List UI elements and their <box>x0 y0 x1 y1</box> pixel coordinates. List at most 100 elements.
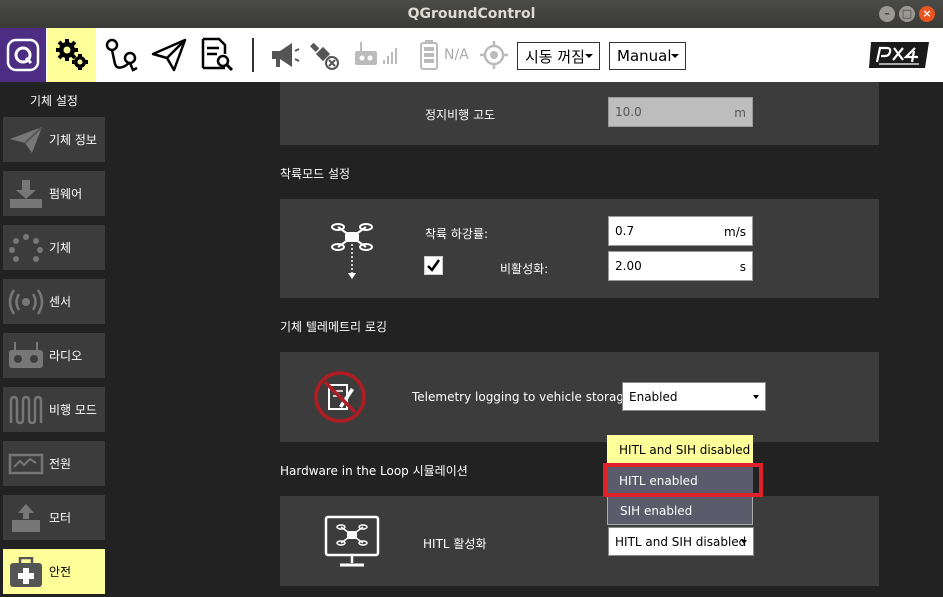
airframe-dots-icon <box>3 225 49 270</box>
sidebar-item-label: 비행 모드 <box>49 403 97 417</box>
descent-rate-unit: m/s <box>724 225 746 239</box>
fly-view-button[interactable] <box>147 28 191 82</box>
vehicle-setup-button[interactable] <box>47 28 96 82</box>
hover-altitude-value: 10.0 <box>615 105 642 119</box>
hover-altitude-label: 정지비행 고도 <box>425 108 496 122</box>
sidebar-item-label: 기체 정보 <box>49 133 97 147</box>
hitl-dropdown-value: HITL and SIH disabled <box>615 534 747 549</box>
telemetry-logging-value: Enabled <box>629 389 678 404</box>
sidebar-item-firmware[interactable]: 펌웨어 <box>3 171 105 216</box>
land-drone-icon <box>331 223 373 279</box>
sidebar-item-radio[interactable]: 라디오 <box>3 333 105 378</box>
chevron-down-icon <box>753 395 759 399</box>
safety-settings-page: 정지비행 고도 10.0 m 착륙모드 설정 착륙 하강률: 0.7 m/s 비… <box>108 82 943 597</box>
descent-rate-label: 착륙 하강률: <box>425 227 489 241</box>
motors-icon <box>3 495 49 540</box>
analyze-icon <box>201 37 234 72</box>
qgc-logo-icon <box>6 38 40 72</box>
gps-target-icon <box>480 41 508 69</box>
rc-rssi-indicator[interactable] <box>352 28 404 82</box>
close-button[interactable]: × <box>919 6 935 22</box>
chevron-down-icon <box>741 540 747 544</box>
gps-target-indicator[interactable] <box>478 28 510 82</box>
sidebar-item-label: 전원 <box>49 457 72 471</box>
sidebar-item-label: 안전 <box>49 565 72 579</box>
arm-state-value: 시동 꺼짐 <box>525 47 585 66</box>
sidebar-item-label: 펌웨어 <box>49 187 83 201</box>
sensors-icon <box>3 279 49 324</box>
sidebar-item-airframe[interactable]: 기체 <box>3 225 105 270</box>
telemetry-logging-panel: Telemetry logging to vehicle storage: En… <box>280 352 879 442</box>
fly-icon <box>151 38 187 72</box>
hitl-dropdown[interactable]: HITL and SIH disabled <box>608 527 754 556</box>
qgc-app-window: QGroundControl – □ × N/A 시동 꺼짐 Manual 기체… <box>0 0 943 597</box>
descent-rate-field[interactable]: 0.7 m/s <box>608 216 753 246</box>
sidebar-item-sensors[interactable]: 센서 <box>3 279 105 324</box>
sidebar-item-label: 모터 <box>49 511 72 525</box>
sidebar-item-power[interactable]: 전원 <box>3 441 105 486</box>
main-toolbar: N/A 시동 꺼짐 Manual <box>0 28 943 82</box>
flight-mode-dropdown[interactable]: Manual <box>609 42 686 70</box>
hover-altitude-field: 10.0 m <box>608 97 753 127</box>
sidebar-item-label: 기체 <box>49 241 72 255</box>
gps-status-button[interactable] <box>304 28 344 82</box>
hitl-monitor-icon <box>324 515 380 567</box>
safety-icon <box>3 549 49 594</box>
hitl-option-disabled[interactable]: HITL and SIH disabled <box>607 435 753 464</box>
sidebar-item-label: 센서 <box>49 295 72 309</box>
airframe-plane-icon <box>3 117 49 162</box>
minimize-button[interactable]: – <box>879 6 895 22</box>
flight-modes-icon <box>3 387 49 432</box>
telemetry-logging-dropdown[interactable]: Enabled <box>622 382 766 411</box>
land-mode-panel: 착륙 하강률: 0.7 m/s 비활성화: 2.00 s <box>280 199 879 298</box>
telemetry-logging-label: Telemetry logging to vehicle storage: <box>412 390 636 404</box>
power-icon <box>3 441 49 486</box>
sidebar-title: 기체 설정 <box>30 94 78 108</box>
land-mode-section-title: 착륙모드 설정 <box>280 167 351 181</box>
window-titlebar: QGroundControl – □ × <box>0 0 943 28</box>
sidebar-item-summary[interactable]: 기체 정보 <box>3 117 105 162</box>
sidebar-item-flight-modes[interactable]: 비행 모드 <box>3 387 105 432</box>
hitl-option-sih-enabled[interactable]: SIH enabled <box>607 496 753 525</box>
rtl-settings-panel: 정지비행 고도 10.0 m <box>280 82 879 145</box>
gps-off-icon <box>310 42 339 70</box>
highlight-box <box>603 463 763 497</box>
px4-brand-logo <box>866 28 932 82</box>
toolbar-separator <box>252 38 254 72</box>
hitl-enabled-label: HITL 활성화 <box>423 537 487 551</box>
settings-gear-icon <box>55 39 88 70</box>
sidebar-item-safety[interactable]: 안전 <box>3 549 105 594</box>
radio-icon <box>3 333 49 378</box>
disarm-after-checkbox[interactable] <box>424 256 443 275</box>
px4-logo-icon <box>869 42 929 68</box>
hover-altitude-unit: m <box>734 106 746 120</box>
descent-rate-value: 0.7 <box>615 224 635 238</box>
disarm-after-value: 2.00 <box>615 259 642 273</box>
chevron-down-icon <box>585 54 593 58</box>
hitl-panel: HITL 활성화 HITL and SIH disabled <box>280 496 879 586</box>
no-logging-icon <box>314 371 366 423</box>
battery-indicator[interactable] <box>416 28 442 82</box>
telemetry-logging-section-title: 기체 텔레메트리 로깅 <box>280 320 387 334</box>
messages-button[interactable] <box>264 28 304 82</box>
plan-view-button[interactable] <box>100 28 144 82</box>
plan-icon <box>105 38 138 72</box>
rc-signal-icon <box>355 42 397 65</box>
window-title: QGroundControl <box>407 6 536 22</box>
analyze-view-button[interactable] <box>194 28 238 82</box>
hitl-section-title: Hardware in the Loop 시뮬레이션 <box>280 464 468 478</box>
firmware-download-icon <box>3 171 49 216</box>
chevron-down-icon <box>671 54 679 58</box>
disarm-after-unit: s <box>739 260 746 274</box>
sidebar-item-label: 라디오 <box>49 349 83 363</box>
checkmark-icon <box>427 259 441 272</box>
disarm-after-label: 비활성화: <box>500 262 549 276</box>
flight-mode-value: Manual <box>617 47 672 65</box>
sidebar-item-motors[interactable]: 모터 <box>3 495 105 540</box>
arm-state-dropdown[interactable]: 시동 꺼짐 <box>517 42 600 70</box>
qgc-logo-button[interactable] <box>0 28 46 82</box>
vehicle-setup-sidebar: 기체 설정 기체 정보 펌웨어 기체 센서 라디오 비행 모드 전원 모터 안전 <box>0 82 108 597</box>
maximize-button[interactable]: □ <box>899 6 915 22</box>
battery-icon <box>420 40 438 70</box>
disarm-after-field[interactable]: 2.00 s <box>608 251 753 281</box>
